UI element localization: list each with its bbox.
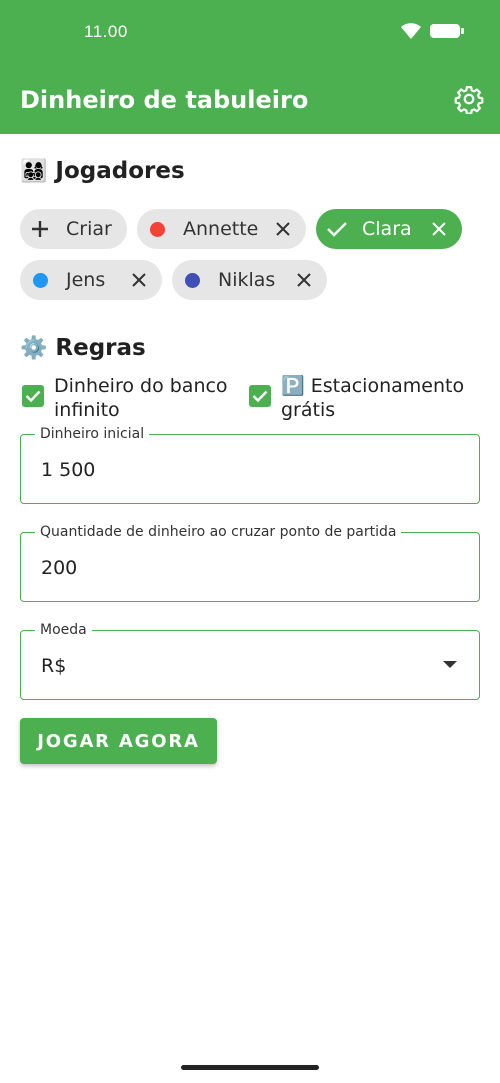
gear-emoji-icon: ⚙️ <box>20 335 48 361</box>
remove-player-button[interactable] <box>428 218 450 240</box>
player-color-dot <box>185 272 200 288</box>
plus-icon <box>32 221 48 237</box>
close-icon <box>297 273 311 287</box>
remove-player-button[interactable] <box>128 269 150 291</box>
status-bar: 11.00 <box>0 0 500 64</box>
check-icon <box>25 390 41 403</box>
family-icon: 👨‍👩‍👧‍👦 <box>20 158 48 184</box>
infinite-bank-label: Dinheiro do banco infinito <box>54 374 228 422</box>
free-parking-label: 🅿️ Estacionamento grátis <box>281 374 464 422</box>
player-chip-annette[interactable]: Annette <box>137 209 306 249</box>
free-parking-checkbox[interactable] <box>249 385 271 407</box>
pass-go-amount-field[interactable]: Quantidade de dinheiro ao cruzar ponto d… <box>20 524 480 602</box>
create-player-label: Criar <box>66 218 112 240</box>
gear-icon <box>454 86 484 115</box>
rules-section-title: ⚙️ Regras <box>20 335 146 361</box>
home-indicator[interactable] <box>181 1065 319 1070</box>
check-icon <box>252 390 268 403</box>
players-section-title: 👨‍👩‍👧‍👦 Jogadores <box>20 158 185 184</box>
players-title: Jogadores <box>55 158 185 184</box>
initial-money-label: Dinheiro inicial <box>35 426 150 442</box>
player-color-dot <box>33 272 48 288</box>
close-icon <box>276 222 290 236</box>
pass-go-amount-value[interactable]: 200 <box>41 557 77 579</box>
infinite-bank-label-line2: infinito <box>54 399 120 421</box>
close-icon <box>132 273 146 287</box>
status-time: 11.00 <box>84 22 128 41</box>
check-icon <box>327 222 347 237</box>
free-parking-text: Estacionamento <box>310 375 465 397</box>
pass-go-amount-label: Quantidade de dinheiro ao cruzar ponto d… <box>35 524 402 540</box>
player-name: Jens <box>66 269 106 291</box>
settings-button[interactable] <box>454 84 484 115</box>
player-name: Niklas <box>218 269 276 291</box>
free-parking-label-line1: 🅿️ Estacionamento <box>281 374 464 398</box>
player-chip-niklas[interactable]: Niklas <box>172 260 327 300</box>
currency-value: R$ <box>41 655 67 677</box>
rules-title: Regras <box>55 335 146 361</box>
player-name: Annette <box>183 218 259 240</box>
player-chip-jens[interactable]: Jens <box>20 260 162 300</box>
battery-icon <box>430 24 464 38</box>
remove-player-button[interactable] <box>293 269 315 291</box>
wifi-icon <box>401 23 421 39</box>
infinite-bank-checkbox[interactable] <box>22 385 44 407</box>
player-color-dot <box>150 221 165 237</box>
app-bar: Dinheiro de tabuleiro <box>0 64 500 134</box>
dropdown-arrow-icon <box>443 661 457 668</box>
create-player-chip[interactable]: Criar <box>20 209 127 249</box>
player-name: Clara <box>362 218 412 240</box>
infinite-bank-label-line1: Dinheiro do banco <box>54 375 228 397</box>
free-parking-label-line2: grátis <box>281 399 336 421</box>
currency-select[interactable]: Moeda R$ <box>20 622 480 700</box>
play-now-button[interactable]: JOGAR AGORA <box>20 718 217 764</box>
app-title: Dinheiro de tabuleiro <box>20 86 309 114</box>
initial-money-field[interactable]: Dinheiro inicial 1 500 <box>20 426 480 504</box>
remove-player-button[interactable] <box>272 218 294 240</box>
player-chip-clara[interactable]: Clara <box>316 209 462 249</box>
initial-money-value[interactable]: 1 500 <box>41 459 95 481</box>
parking-icon: 🅿️ <box>281 375 305 397</box>
close-icon <box>432 222 446 236</box>
status-icons <box>400 22 464 40</box>
currency-label: Moeda <box>35 622 92 638</box>
